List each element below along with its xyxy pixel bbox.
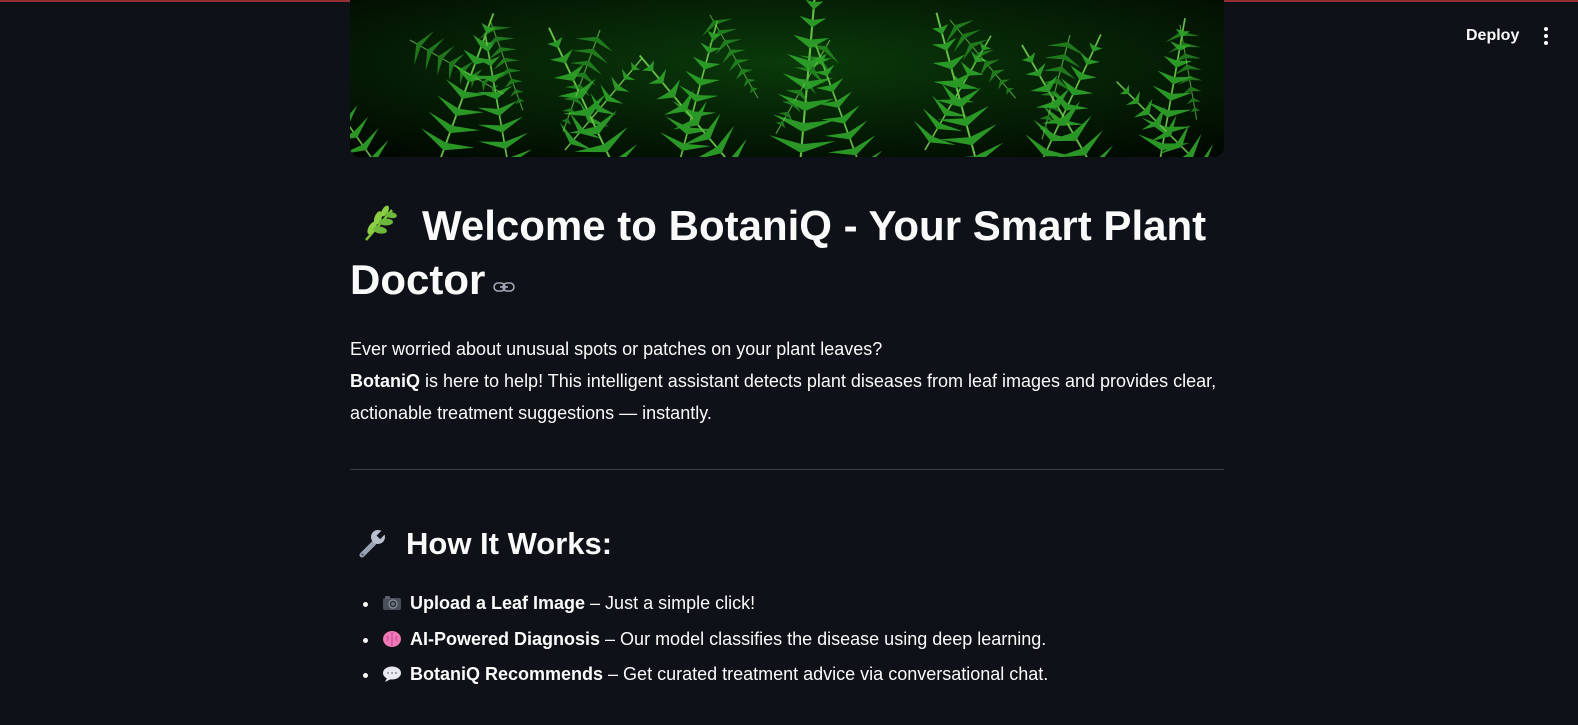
speech-bubble-icon bbox=[383, 666, 401, 682]
step-3-text: – Get curated treatment advice via conve… bbox=[603, 664, 1049, 684]
brain-icon bbox=[383, 630, 401, 647]
herb-icon bbox=[365, 205, 397, 241]
step-2-title: AI-Powered Diagnosis bbox=[410, 628, 601, 649]
wrench-icon bbox=[359, 529, 386, 558]
list-item: Upload a Leaf Image – Just a simple clic… bbox=[380, 586, 1224, 622]
step-3-title: BotaniQ Recommends bbox=[410, 664, 604, 684]
list-item: BotaniQ Recommends – Get curated treatme… bbox=[380, 657, 1224, 693]
menu-dot bbox=[1544, 27, 1548, 31]
deploy-button[interactable]: Deploy bbox=[1456, 22, 1529, 50]
intro-line-1: Ever worried about unusual spots or patc… bbox=[350, 339, 883, 359]
page-title: Welcome to BotaniQ - Your Smart Plant Do… bbox=[350, 199, 1224, 307]
step-1-text: – Just a simple click! bbox=[585, 593, 756, 613]
intro-line-2: is here to help! This intelligent assist… bbox=[350, 371, 1217, 423]
step-2-text: – Our model classifies the disease using… bbox=[600, 628, 1047, 649]
divider bbox=[350, 469, 1224, 470]
how-it-works-title: How It Works: bbox=[406, 526, 613, 561]
step-1-title: Upload a Leaf Image bbox=[410, 593, 586, 613]
camera-icon bbox=[383, 596, 401, 610]
steps-list: Upload a Leaf Image – Just a simple clic… bbox=[350, 586, 1224, 693]
list-item: AI-Powered Diagnosis – Our model classif… bbox=[380, 622, 1224, 658]
menu-dot bbox=[1544, 34, 1548, 38]
menu-dot bbox=[1544, 41, 1548, 45]
page-title-text: Welcome to BotaniQ - Your Smart Plant Do… bbox=[350, 202, 1207, 303]
intro-paragraph: Ever worried about unusual spots or patc… bbox=[350, 333, 1224, 429]
main-content: Welcome to BotaniQ - Your Smart Plant Do… bbox=[350, 0, 1224, 693]
how-it-works-heading: How It Works: bbox=[350, 524, 1224, 564]
fern-banner-image bbox=[350, 0, 1224, 157]
more-vertical-icon[interactable] bbox=[1540, 22, 1552, 50]
brand-name: BotaniQ bbox=[350, 371, 420, 391]
link-icon[interactable] bbox=[493, 280, 516, 294]
